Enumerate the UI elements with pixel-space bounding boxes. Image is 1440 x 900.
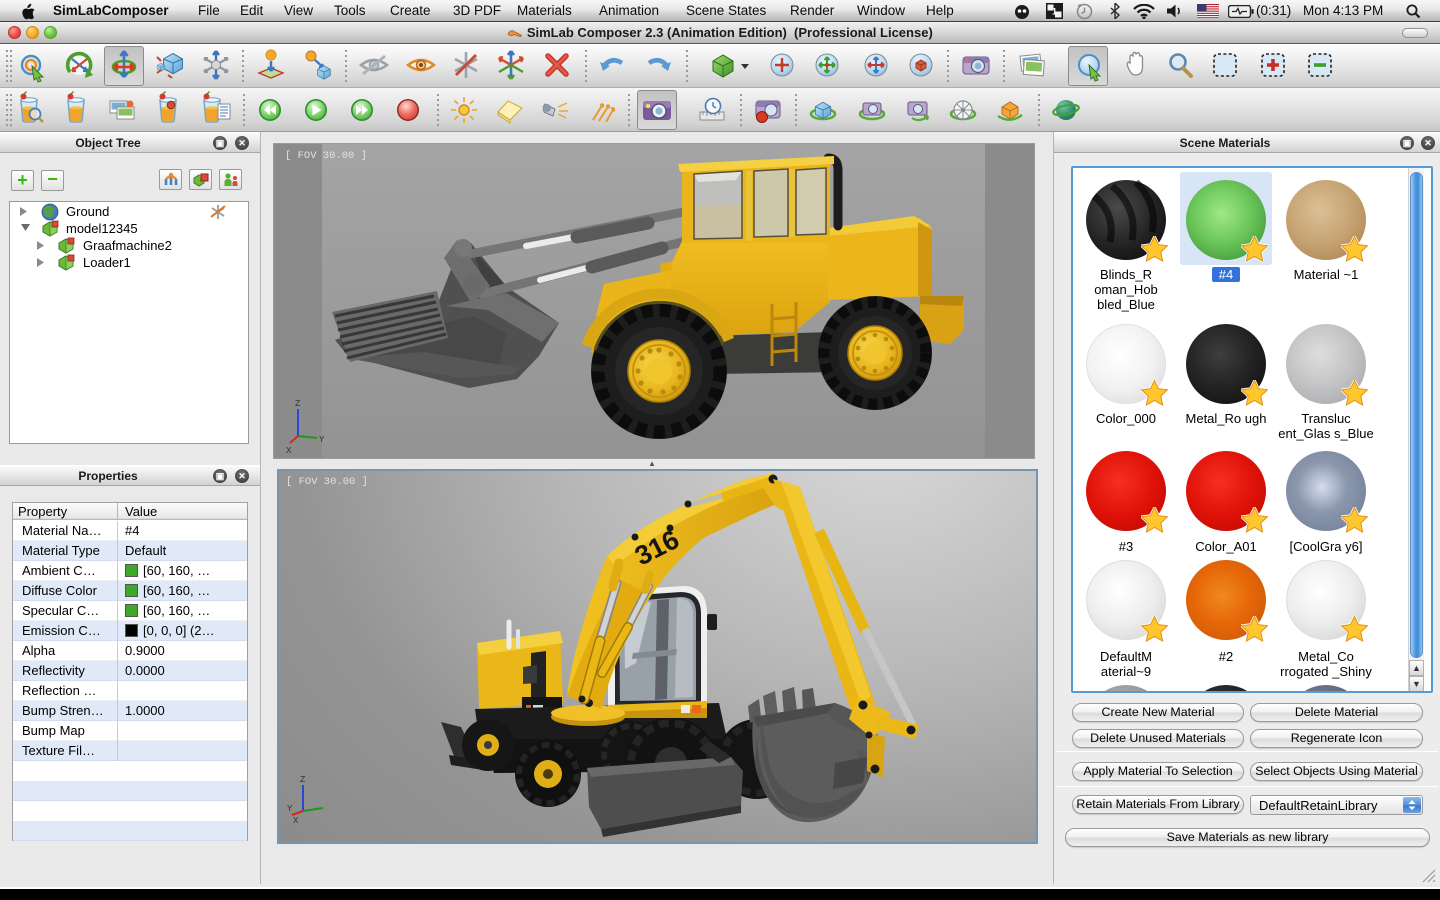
svg-text:X: X	[286, 446, 292, 456]
svg-text:1: 1	[1052, 7, 1057, 17]
svg-text:Y: Y	[319, 435, 325, 445]
svg-text:Z: Z	[295, 399, 301, 409]
svg-text:Y: Y	[287, 804, 293, 814]
svg-text:X: X	[293, 816, 299, 826]
svg-text:Z: Z	[300, 775, 306, 785]
